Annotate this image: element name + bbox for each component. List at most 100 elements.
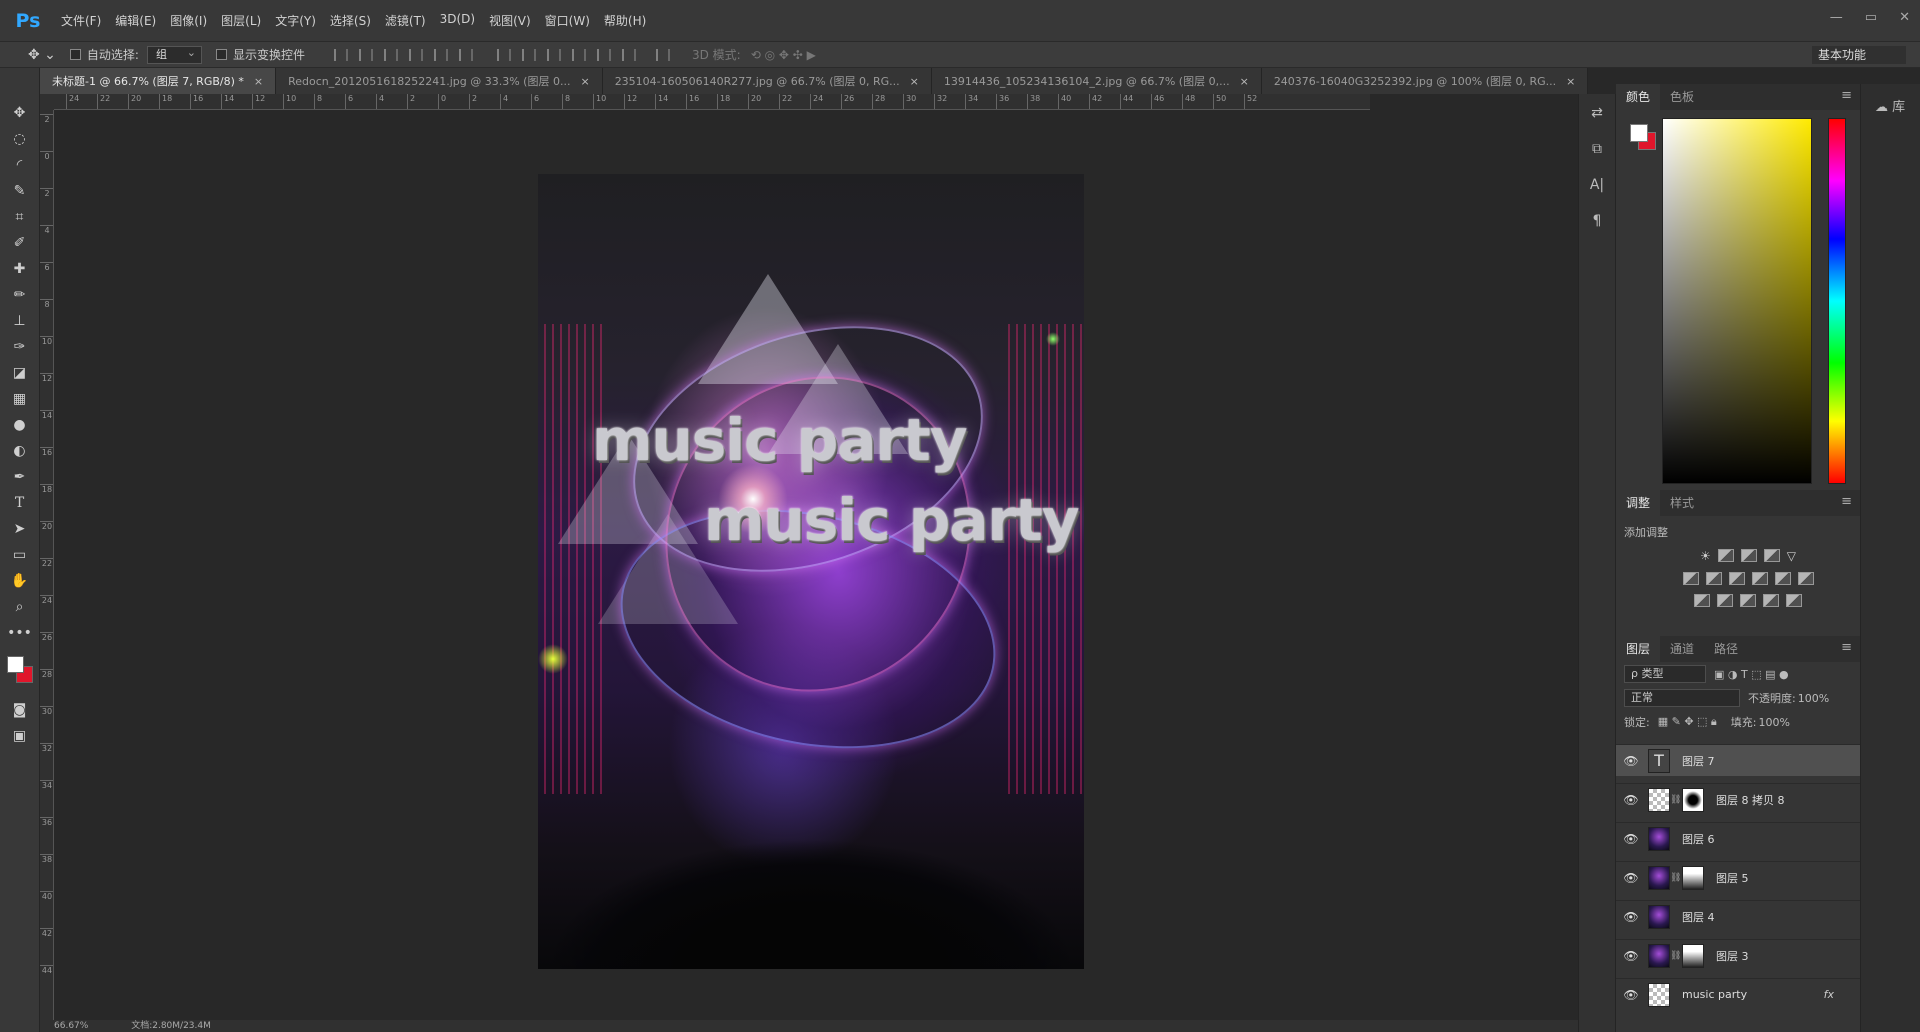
color-picker-field[interactable] (1662, 118, 1812, 484)
panel-menu-icon[interactable]: ≡ (1841, 494, 1852, 509)
blend-mode-select[interactable]: 正常 (1624, 689, 1740, 707)
history-icon[interactable]: ⇄ (1586, 102, 1608, 124)
close-tab-icon[interactable]: × (1566, 75, 1575, 88)
distribute-top-icon[interactable] (496, 48, 511, 61)
black-white-icon[interactable] (1728, 572, 1745, 585)
quick-select-tool-icon[interactable]: ✎ (7, 180, 33, 201)
panel-menu-icon[interactable]: ≡ (1841, 88, 1852, 103)
document-tab[interactable]: Redocn_2012051618252241.jpg @ 33.3% (图层 … (276, 68, 603, 94)
document-tab[interactable]: 13914436_105234136104_2.jpg @ 66.7% (图层 … (931, 68, 1262, 94)
tab-color[interactable]: 颜色 (1616, 84, 1661, 110)
ruler-vertical[interactable]: 2 0 2 4 6 8 10 12 14 16 18 20 22 24 26 28 30 32 34 36 38 40 42… (40, 110, 54, 1020)
3d-orbit-icon[interactable]: ⟲ ◎ ✥ ✣ ▶ (751, 48, 816, 62)
blur-tool-icon[interactable]: ● (7, 414, 33, 435)
menu-item[interactable]: 图层(L) (221, 12, 261, 29)
distribute-right-icon[interactable] (621, 48, 636, 61)
mask-link-icon[interactable]: ⛓ (1670, 873, 1681, 883)
layer-row[interactable]: 👁︎ 图层 4 (1616, 900, 1860, 932)
panel-menu-icon[interactable]: ≡ (1841, 640, 1852, 655)
eyedropper-tool-icon[interactable]: ✐ (7, 232, 33, 253)
menu-item[interactable]: 选择(S) (330, 12, 371, 29)
healing-brush-icon[interactable]: ✚ (7, 258, 33, 279)
align-left-icon[interactable] (408, 48, 423, 61)
layer-row[interactable]: 👁︎ ⛓ 图层 3 (1616, 939, 1860, 971)
align-hcenter-icon[interactable] (433, 48, 448, 61)
history-brush-icon[interactable]: ✑ (7, 336, 33, 357)
menu-item[interactable]: 3D(D) (440, 12, 475, 29)
photo-filter-icon[interactable] (1751, 572, 1768, 585)
visibility-eye-icon[interactable]: 👁︎ (1616, 754, 1646, 768)
layer-row[interactable]: 👁︎ ⛓ 图层 8 拷贝 8 (1616, 783, 1860, 815)
restore-button[interactable]: ▭ (1865, 10, 1877, 25)
visibility-eye-icon[interactable]: 👁︎ (1616, 949, 1646, 963)
crop-tool-icon[interactable]: ⌗ (7, 206, 33, 227)
hue-slider[interactable] (1828, 118, 1846, 484)
selective-color-icon[interactable] (1763, 594, 1779, 607)
brightness-icon[interactable]: ☀ (1700, 549, 1711, 563)
lock-icons[interactable]: ▦ ✎ ✥ ⬚ 🔒︎ (1658, 715, 1717, 729)
filter-icons[interactable]: ▣ ◑ T ⬚ ▤ ● (1714, 668, 1789, 681)
document-tab[interactable]: 235104-160506140R277.jpg @ 66.7% (图层 0, … (602, 68, 932, 94)
distribute-vcenter-icon[interactable] (521, 48, 536, 61)
channel-mixer-icon[interactable] (1774, 572, 1791, 585)
levels-icon[interactable] (1717, 549, 1734, 562)
move-tool-icon[interactable]: ✥ (7, 102, 33, 123)
move-tool-icon[interactable]: ✥ ⌄ (28, 47, 56, 63)
document-canvas[interactable]: music party music party (538, 174, 1084, 969)
type-tool-icon[interactable]: T (7, 492, 33, 513)
properties-icon[interactable]: ⧉ (1586, 138, 1608, 160)
visibility-eye-icon[interactable]: 👁︎ (1616, 793, 1646, 807)
zoom-level[interactable]: 66.67% (54, 1021, 88, 1031)
distribute-hcenter-icon[interactable] (596, 48, 611, 61)
lasso-tool-icon[interactable]: ◜ (7, 154, 33, 175)
layer-mask-thumbnail[interactable] (1682, 787, 1704, 812)
pen-tool-icon[interactable]: ✒ (7, 466, 33, 487)
tab-paths[interactable]: 路径 (1704, 636, 1748, 662)
distribute-bottom-icon[interactable] (546, 48, 561, 61)
color-swatches[interactable] (4, 654, 36, 688)
clone-stamp-icon[interactable]: ⊥ (7, 310, 33, 331)
menu-item[interactable]: 文件(F) (61, 12, 101, 29)
ruler-horizontal[interactable]: 24 22 20 18 16 14 12 10 8 6 4 2 0 2 4 6 8 10 12 14 16 18 20 22 2… (54, 94, 1370, 110)
gradient-tool-icon[interactable]: ▦ (7, 388, 33, 409)
tab-styles[interactable]: 样式 (1660, 490, 1704, 516)
tab-swatches[interactable]: 色板 (1660, 84, 1704, 110)
align-top-icon[interactable] (333, 48, 348, 61)
layer-row[interactable]: 👁︎ T 图层 7 (1616, 744, 1860, 776)
menu-item[interactable]: 窗口(W) (545, 12, 590, 29)
curves-icon[interactable] (1740, 549, 1757, 562)
visibility-eye-icon[interactable]: 👁︎ (1616, 910, 1646, 924)
canvas-workspace[interactable]: music party music party (54, 110, 1556, 1020)
visibility-eye-icon[interactable]: 👁︎ (1616, 988, 1646, 1002)
menu-item[interactable]: 帮助(H) (604, 12, 646, 29)
posterize-icon[interactable] (1717, 594, 1733, 607)
gradient-map-icon[interactable] (1786, 594, 1802, 607)
align-right-icon[interactable] (458, 48, 473, 61)
menu-item[interactable]: 文字(Y) (275, 12, 316, 29)
foreground-color[interactable] (6, 656, 24, 673)
dodge-tool-icon[interactable]: ◐ (7, 440, 33, 461)
layer-fx-icon[interactable]: fx (1824, 988, 1834, 1001)
threshold-icon[interactable] (1740, 594, 1756, 607)
minimize-button[interactable]: — (1830, 10, 1843, 25)
fill-value[interactable]: 100% (1759, 716, 1790, 729)
close-tab-icon[interactable]: × (910, 75, 919, 88)
layer-row[interactable]: 👁︎ music party fx (1616, 978, 1860, 1010)
path-select-icon[interactable]: ➤ (7, 518, 33, 539)
hand-tool-icon[interactable]: ✋ (7, 570, 33, 591)
layer-row[interactable]: 👁︎ 图层 6 (1616, 822, 1860, 854)
character-icon[interactable]: A| (1586, 174, 1608, 196)
workspace-switcher[interactable]: 基本功能 (1812, 46, 1906, 64)
tab-layers[interactable]: 图层 (1616, 636, 1661, 662)
auto-align-icon[interactable] (655, 48, 670, 61)
menu-item[interactable]: 滤镜(T) (385, 12, 426, 29)
vibrance-icon[interactable]: ▽ (1787, 549, 1796, 563)
paragraph-icon[interactable]: ¶ (1586, 210, 1608, 232)
auto-select-dropdown[interactable]: 组 (146, 45, 202, 64)
exposure-icon[interactable] (1763, 549, 1780, 562)
rectangle-tool-icon[interactable]: ▭ (7, 544, 33, 565)
libraries-icon[interactable]: ☁ 库 (1875, 96, 1920, 115)
eraser-tool-icon[interactable]: ◪ (7, 362, 33, 383)
menu-item[interactable]: 视图(V) (489, 12, 531, 29)
mask-link-icon[interactable]: ⛓ (1670, 951, 1681, 961)
